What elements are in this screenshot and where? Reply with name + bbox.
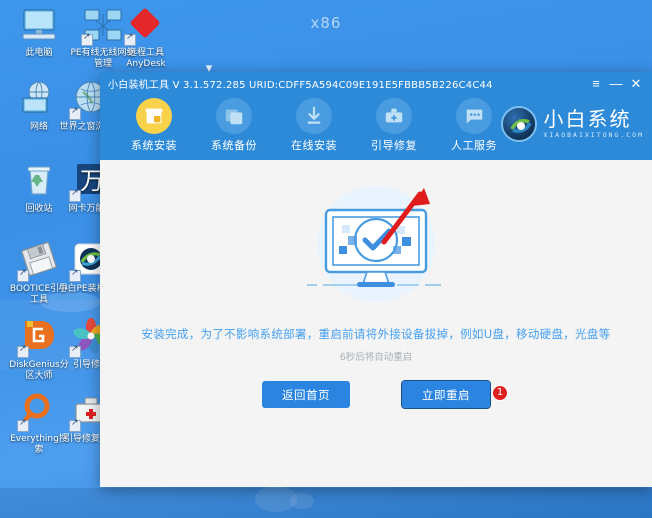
desktop: x86 此电脑 PE有线无线网络管理 — [0, 0, 652, 518]
globe-monitor-icon — [17, 80, 61, 120]
shortcut-overlay-icon — [69, 270, 81, 282]
desktop-icon-label: 此电脑 — [6, 48, 72, 59]
app-toolbar: 系统安装 系统备份 在线安装 — [100, 94, 652, 160]
toolbar-item-boot-repair[interactable]: 引导修复 — [354, 98, 434, 153]
shortcut-overlay-icon — [69, 420, 81, 432]
menu-icon[interactable]: ≡ — [586, 73, 606, 93]
app-window: 小白装机工具 V 3.1.572.285 URID:CDFF5A594C09E1… — [100, 72, 652, 487]
monitor-icon — [17, 6, 61, 46]
minimize-button[interactable]: — — [606, 73, 626, 93]
install-box-icon — [136, 98, 172, 134]
brand-logo: 小白系统 XIAOBAIXITONG.COM — [501, 106, 644, 142]
wallpaper-bottom-band — [0, 488, 652, 518]
toolbox-icon — [376, 98, 412, 134]
shortcut-overlay-icon — [17, 420, 29, 432]
shortcut-overlay-icon — [69, 190, 81, 202]
shortcut-overlay-icon — [69, 346, 81, 358]
toolbar-item-label: 系统备份 — [194, 137, 274, 153]
red-diamond-icon — [124, 6, 168, 46]
restart-now-button[interactable]: 立即重启 — [402, 381, 490, 408]
floppy-disk-icon — [17, 242, 61, 282]
diskgenius-icon — [17, 318, 61, 358]
shortcut-overlay-icon — [69, 108, 81, 120]
toolbar-item-system-backup[interactable]: 系统备份 — [194, 98, 274, 153]
brand-name: 小白系统 — [543, 109, 644, 129]
countdown-text: 6秒后将自动重启 — [340, 349, 413, 363]
step-badge: 1 — [492, 385, 508, 401]
shortcut-overlay-icon — [124, 34, 136, 46]
monitor-check-icon — [301, 182, 451, 312]
completion-message: 安装完成，为了不影响系统部署，重启前请将外接设备拔掉，例如U盘，移动硬盘，光盘等 — [142, 326, 611, 342]
desktop-icon-label: 远程工具 AnyDesk — [113, 48, 179, 70]
app-content: 安装完成，为了不影响系统部署，重启前请将外接设备拔掉，例如U盘，移动硬盘，光盘等… — [100, 160, 652, 487]
recycle-bin-icon — [17, 162, 61, 202]
shortcut-overlay-icon — [81, 34, 93, 46]
toolbar-item-label: 在线安装 — [274, 137, 354, 153]
shortcut-overlay-icon — [17, 346, 29, 358]
toolbar-item-label: 引导修复 — [354, 137, 434, 153]
window-title: 小白装机工具 V 3.1.572.285 URID:CDFF5A594C09E1… — [108, 76, 493, 91]
desktop-icon-this-pc[interactable]: 此电脑 — [6, 6, 72, 59]
backup-copy-icon — [216, 98, 252, 134]
close-button[interactable]: ✕ — [626, 73, 646, 93]
brand-url: XIAOBAIXITONG.COM — [543, 132, 644, 139]
desktop-icon-anydesk[interactable]: 远程工具 AnyDesk — [113, 6, 179, 70]
brand-orb-icon — [501, 106, 537, 142]
window-titlebar: 小白装机工具 V 3.1.572.285 URID:CDFF5A594C09E1… — [100, 72, 652, 94]
action-button-row: 返回首页 立即重启 1 — [262, 381, 490, 408]
magnifier-icon — [17, 392, 61, 432]
restart-button-wrapper: 立即重启 1 — [402, 381, 490, 408]
toolbar-item-label: 系统安装 — [114, 137, 194, 153]
download-icon — [296, 98, 332, 134]
toolbar-item-system-install[interactable]: 系统安装 — [114, 98, 194, 153]
toolbar-item-online-install[interactable]: 在线安装 — [274, 98, 354, 153]
shortcut-overlay-icon — [17, 270, 29, 282]
back-home-button[interactable]: 返回首页 — [262, 381, 350, 408]
chat-bubble-icon — [456, 98, 492, 134]
